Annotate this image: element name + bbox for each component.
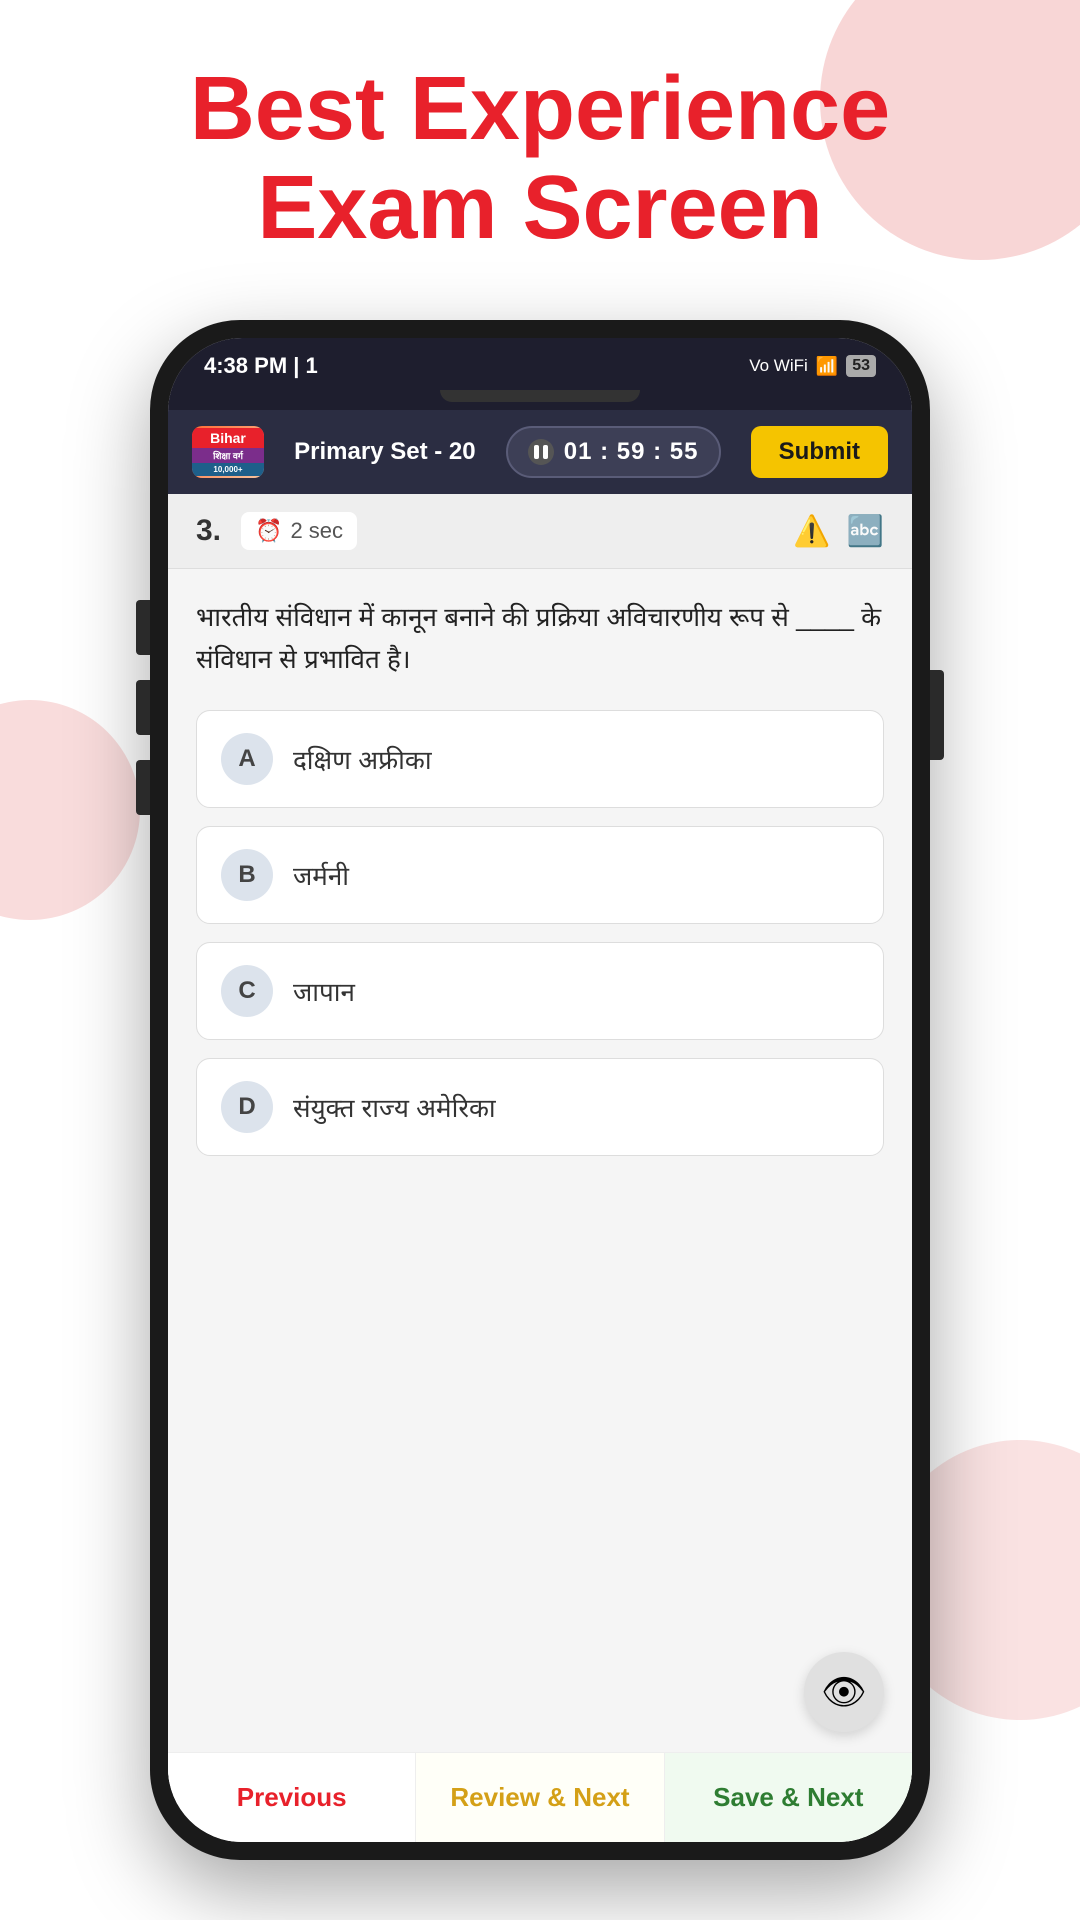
review-next-button[interactable]: Review & Next	[416, 1753, 664, 1842]
bottom-navigation: Previous Review & Next Save & Next	[168, 1752, 912, 1842]
question-time-badge: ⏰ 2 sec	[241, 512, 357, 550]
header-line1: Best Experience	[190, 59, 890, 159]
status-icons: Vo WiFi 📶 53	[749, 355, 876, 377]
page-header: Best Experience Exam Screen	[0, 60, 1080, 258]
options-list: A दक्षिण अफ्रीका B जर्मनी C जापान D संयु…	[168, 700, 912, 1166]
battery-indicator: 53	[846, 355, 876, 377]
status-time: 4:38 PM | 1	[204, 353, 318, 379]
question-area: 3. ⏰ 2 sec ⚠️ 🔤 भारतीय संविधान में कानून…	[168, 494, 912, 1842]
set-name: Primary Set - 20	[294, 438, 475, 466]
warning-icon[interactable]: ⚠️	[793, 514, 830, 549]
save-next-button[interactable]: Save & Next	[665, 1753, 912, 1842]
logo-top: Bihar	[192, 428, 264, 448]
power-button	[930, 670, 944, 760]
option-b[interactable]: B जर्मनी	[196, 826, 884, 924]
eye-icon: 👁	[821, 1671, 867, 1713]
option-a-label: A	[221, 733, 273, 785]
option-b-text: जर्मनी	[293, 857, 349, 893]
status-bar: 4:38 PM | 1 Vo WiFi 📶 53	[168, 338, 912, 390]
option-c-text: जापान	[293, 973, 355, 1009]
option-d[interactable]: D संयुक्त राज्य अमेरिका	[196, 1058, 884, 1156]
option-d-text: संयुक्त राज्य अमेरिका	[293, 1089, 496, 1125]
phone-mockup: 4:38 PM | 1 Vo WiFi 📶 53 Bihar शिक्षा वर…	[150, 320, 930, 1860]
signal-icon: 📶	[816, 356, 838, 377]
pause-icon[interactable]	[528, 439, 554, 465]
timer-box[interactable]: 01 : 59 : 55	[506, 426, 721, 478]
app-header: Bihar शिक्षा वर्ग 10,000+ Primary Set - …	[168, 410, 912, 494]
submit-button[interactable]: Submit	[751, 426, 888, 478]
clock-icon: ⏰	[255, 518, 282, 544]
question-time-text: 2 sec	[290, 518, 343, 544]
logo-mid: शिक्षा वर्ग	[192, 448, 264, 463]
option-b-label: B	[221, 849, 273, 901]
volume-up-button	[136, 600, 150, 655]
logo-bot: 10,000+	[192, 463, 264, 476]
volume-down-button	[136, 680, 150, 735]
review-fab-button[interactable]: 👁	[804, 1652, 884, 1732]
question-meta-icons: ⚠️ 🔤	[793, 514, 884, 549]
question-text: भारतीय संविधान में कानून बनाने की प्रक्र…	[168, 569, 912, 700]
notch-area	[168, 390, 912, 410]
question-meta-bar: 3. ⏰ 2 sec ⚠️ 🔤	[168, 494, 912, 569]
notch	[440, 390, 640, 402]
phone-screen: 4:38 PM | 1 Vo WiFi 📶 53 Bihar शिक्षा वर…	[168, 338, 912, 1842]
bg-circle-left	[0, 700, 140, 920]
previous-button[interactable]: Previous	[168, 1753, 416, 1842]
silent-button	[136, 760, 150, 815]
question-number: 3.	[196, 514, 221, 548]
content-spacer	[168, 1166, 912, 1632]
timer-display: 01 : 59 : 55	[564, 438, 699, 466]
fab-area: 👁	[168, 1632, 912, 1752]
phone-outer: 4:38 PM | 1 Vo WiFi 📶 53 Bihar शिक्षा वर…	[150, 320, 930, 1860]
translate-icon[interactable]: 🔤	[847, 514, 884, 549]
question-number-time: 3. ⏰ 2 sec	[196, 512, 357, 550]
wifi-label: Vo WiFi	[749, 356, 808, 376]
option-d-label: D	[221, 1081, 273, 1133]
option-a[interactable]: A दक्षिण अफ्रीका	[196, 710, 884, 808]
option-a-text: दक्षिण अफ्रीका	[293, 741, 432, 777]
option-c-label: C	[221, 965, 273, 1017]
header-line2: Exam Screen	[257, 158, 822, 258]
app-logo: Bihar शिक्षा वर्ग 10,000+	[192, 426, 264, 478]
option-c[interactable]: C जापान	[196, 942, 884, 1040]
